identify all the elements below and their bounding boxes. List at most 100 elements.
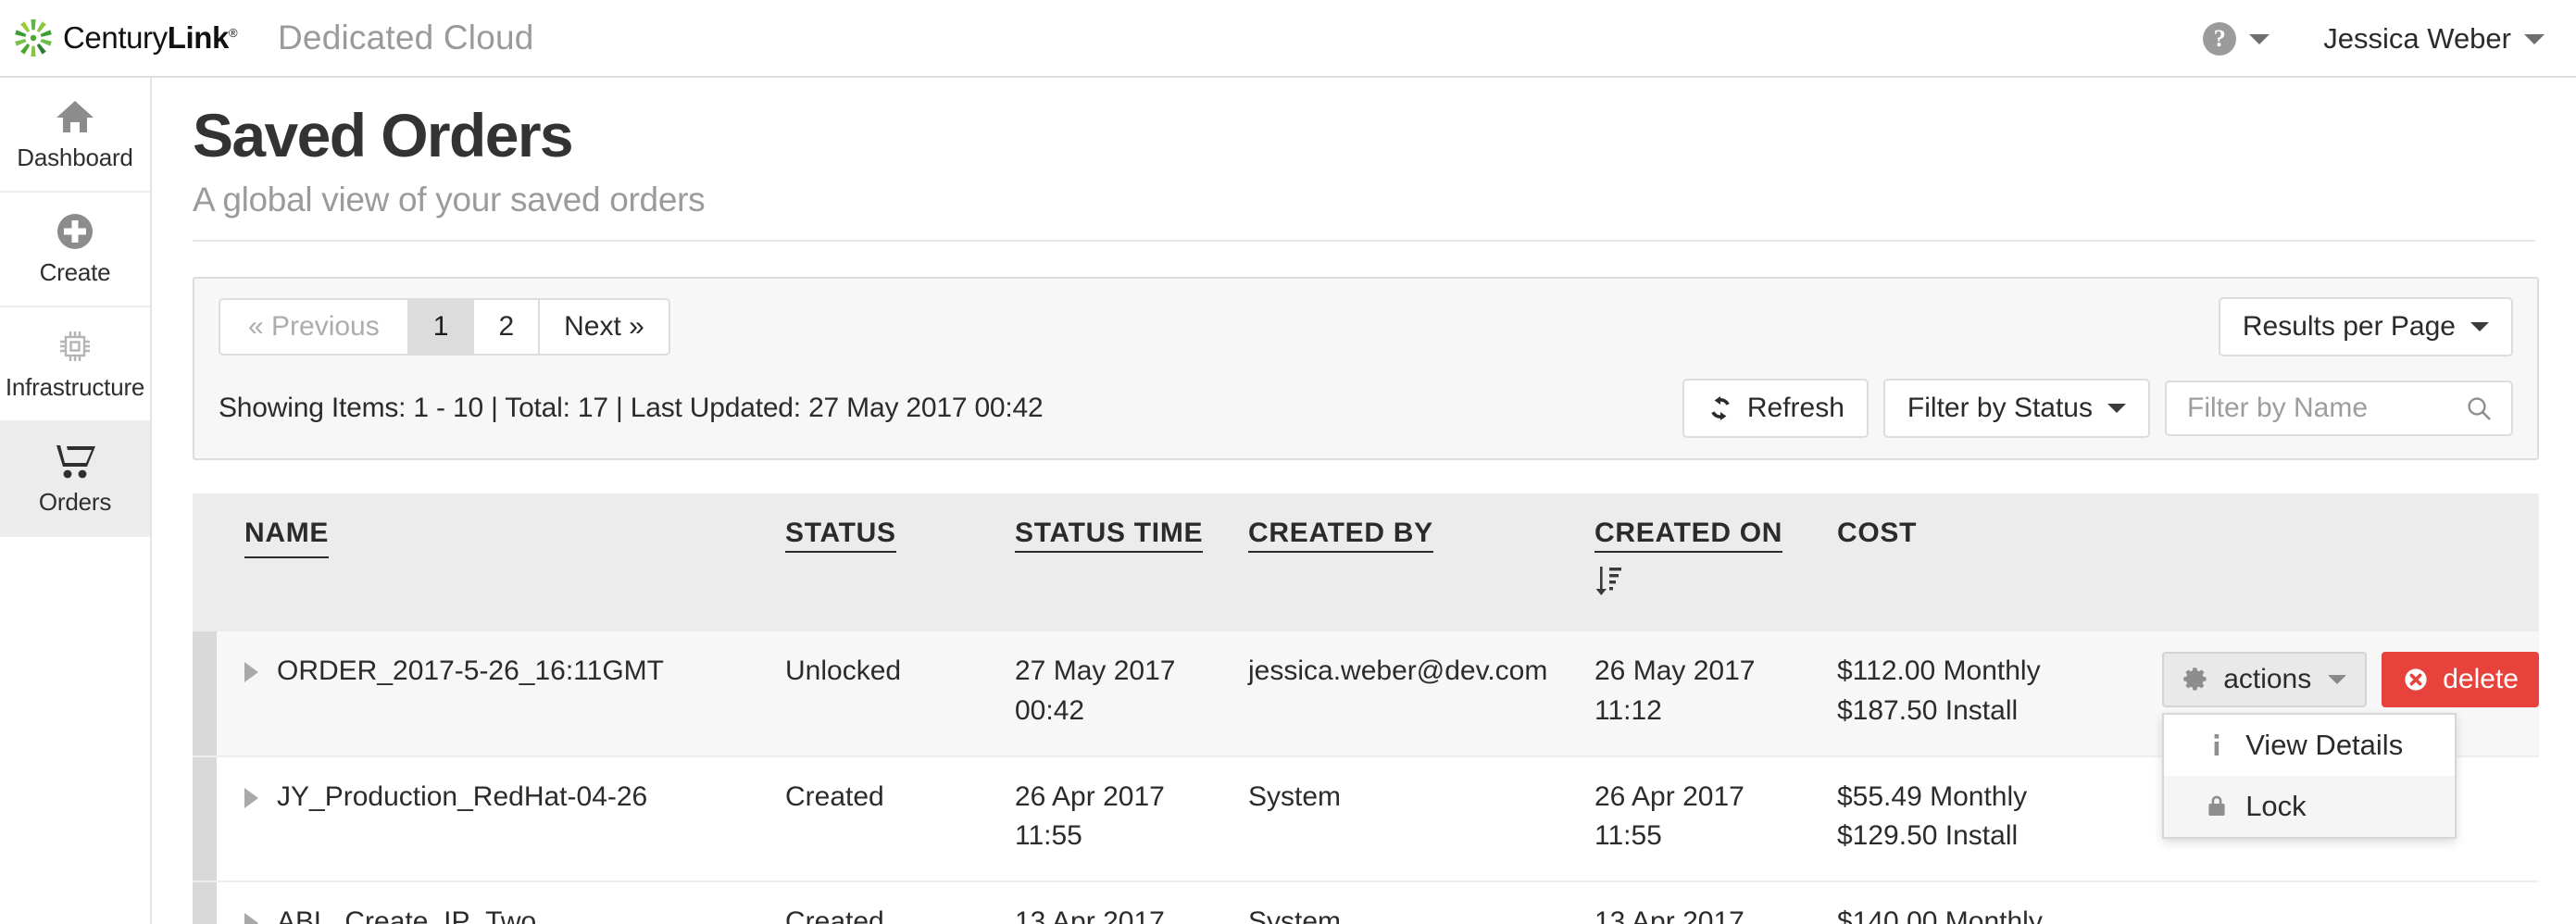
row-action-controls: actions View Details Lock delete (2162, 652, 2539, 840)
status-time-date: 27 May 2017 (1015, 656, 1176, 687)
sidebar-item-orders[interactable]: Orders (0, 422, 150, 537)
sidebar-item-label: Create (39, 258, 111, 286)
expand-triangle-icon[interactable] (244, 662, 258, 683)
refresh-icon (1707, 394, 1734, 422)
cost-monthly: $140.00 Monthly (1837, 905, 2043, 924)
order-name: ABL_Create_IP_Two (277, 905, 537, 924)
created-on-clock: 11:55 (1594, 820, 1662, 852)
app-title: Dedicated Cloud (278, 19, 534, 56)
row-created-by: jessica.weber@dev.com (1248, 656, 1548, 687)
top-navigation-bar: CenturyLink® Dedicated Cloud ? Jessica W… (0, 0, 2576, 78)
filter-by-status-label: Filter by Status (1907, 393, 2093, 424)
row-created-on: 26 May 2017 11:12 (1594, 652, 1837, 730)
status-time-date: 26 Apr 2017 (1015, 780, 1165, 812)
menu-item-label: View Details (2245, 729, 2404, 762)
delete-label: delete (2443, 664, 2519, 695)
chevron-down-icon[interactable] (2249, 33, 2270, 44)
sidebar-item-create[interactable]: Create (0, 193, 150, 307)
sidebar-item-label: Infrastructure (5, 373, 145, 401)
filter-by-name-box[interactable] (2165, 381, 2513, 437)
main-content: Saved Orders A global view of your saved… (152, 78, 2576, 924)
info-icon (2203, 731, 2231, 759)
menu-item-label: Lock (2245, 790, 2307, 823)
chevron-down-icon (2328, 675, 2347, 685)
brand-name-light: Century (63, 20, 168, 55)
column-header-created-by[interactable]: CREATED BY (1248, 514, 1594, 607)
row-created-by: System (1248, 905, 1342, 924)
top-bar-right-controls: ? Jessica Weber (2203, 0, 2545, 78)
table-row[interactable]: ORDER_2017-5-26_16:11GMT Unlocked 27 May… (193, 631, 2539, 840)
menu-item-view-details[interactable]: View Details (2164, 715, 2455, 776)
chevron-down-icon (2470, 322, 2489, 332)
column-header-created-on[interactable]: CREATED ON (1594, 514, 1837, 607)
lock-icon (2203, 793, 2231, 819)
refresh-label: Refresh (1746, 393, 1844, 424)
pagination-page-1[interactable]: 1 (406, 298, 475, 356)
row-name-cell: JY_Production_RedHat-04-26 (193, 778, 785, 856)
sidebar-item-dashboard[interactable]: Dashboard (0, 78, 150, 193)
row-created-on: 13 Apr 2017 (1594, 903, 1837, 924)
order-name: ORDER_2017-5-26_16:11GMT (277, 656, 664, 687)
status-time-clock: 00:42 (1015, 695, 1085, 727)
help-menu[interactable]: ? (2203, 22, 2270, 56)
row-status-time: 26 Apr 2017 11:55 (1015, 778, 1248, 856)
actions-dropdown-menu: View Details Lock (2162, 713, 2457, 840)
row-status: Unlocked (785, 656, 902, 687)
cpu-chip-icon (56, 326, 94, 367)
sidebar-item-infrastructure[interactable]: Infrastructure (0, 307, 150, 422)
centurylink-logo-icon (13, 18, 54, 58)
expand-triangle-icon[interactable] (244, 787, 258, 808)
filter-controls: Refresh Filter by Status (1682, 379, 2513, 439)
user-menu[interactable]: Jessica Weber (2323, 22, 2545, 56)
row-name-cell: ABL_Create_IP_Two (193, 903, 785, 924)
sidebar-navigation: Dashboard Create Infrastructure Orders (0, 78, 152, 924)
pagination: « Previous 1 2 Next » (219, 298, 670, 356)
actions-dropdown-button[interactable]: actions (2162, 652, 2368, 708)
table-row[interactable]: ABL_Create_IP_Two Created 13 Apr 2017 Sy… (193, 881, 2539, 924)
column-header-status-time[interactable]: STATUS TIME (1015, 514, 1248, 607)
table-header-row: NAME STATUS STATUS TIME CREATED BY CREAT… (193, 493, 2539, 632)
order-name: JY_Production_RedHat-04-26 (277, 780, 648, 812)
row-created-by: System (1248, 780, 1342, 812)
chevron-down-icon (2107, 404, 2126, 414)
created-on-date: 13 Apr 2017 (1594, 905, 1744, 924)
menu-item-lock[interactable]: Lock (2164, 776, 2456, 838)
cost-monthly: $55.49 Monthly (1837, 780, 2028, 812)
brand-logo[interactable]: CenturyLink® (13, 18, 244, 58)
pagination-next[interactable]: Next » (538, 298, 670, 356)
row-name-cell: ORDER_2017-5-26_16:11GMT (193, 652, 785, 730)
row-status: Created (785, 905, 884, 924)
brand-wordmark: CenturyLink® (63, 20, 238, 56)
row-cost: $55.49 Monthly $129.50 Install (1837, 778, 2143, 856)
row-status-time: 27 May 2017 00:42 (1015, 652, 1248, 730)
expand-triangle-icon[interactable] (244, 912, 258, 924)
created-on-date: 26 Apr 2017 (1594, 780, 1744, 812)
filter-by-name-input[interactable] (2187, 393, 2456, 425)
row-status: Created (785, 780, 884, 812)
sort-amount-desc-icon[interactable] (1594, 565, 1837, 608)
column-header-status[interactable]: STATUS (785, 514, 1015, 607)
help-icon[interactable]: ? (2203, 22, 2237, 56)
refresh-button[interactable]: Refresh (1682, 379, 1869, 439)
column-header-cost: COST (1837, 518, 1918, 549)
chevron-down-icon[interactable] (2524, 33, 2545, 44)
delete-button[interactable]: delete (2382, 652, 2539, 708)
filter-by-status-dropdown[interactable]: Filter by Status (1882, 379, 2150, 439)
column-header-name[interactable]: NAME (193, 514, 785, 607)
search-icon[interactable] (2465, 394, 2493, 422)
results-per-page-button[interactable]: Results per Page (2218, 297, 2513, 357)
cost-install: $187.50 Install (1837, 695, 2019, 727)
created-on-clock: 11:12 (1594, 695, 1662, 727)
actions-label: actions (2223, 664, 2312, 695)
status-time-date: 13 Apr 2017 (1015, 905, 1165, 924)
sidebar-item-label: Dashboard (17, 144, 133, 171)
results-per-page-label: Results per Page (2242, 311, 2456, 343)
sidebar-item-label: Orders (38, 488, 112, 516)
table-toolbar: « Previous 1 2 Next » Results per Page S… (193, 277, 2539, 461)
row-cost: $140.00 Monthly (1837, 903, 2143, 924)
plus-circle-icon (56, 211, 94, 252)
status-time-clock: 11:55 (1015, 820, 1082, 852)
pagination-previous[interactable]: « Previous (219, 298, 409, 356)
pagination-page-2[interactable]: 2 (472, 298, 541, 356)
brand-registered-mark: ® (229, 26, 238, 40)
